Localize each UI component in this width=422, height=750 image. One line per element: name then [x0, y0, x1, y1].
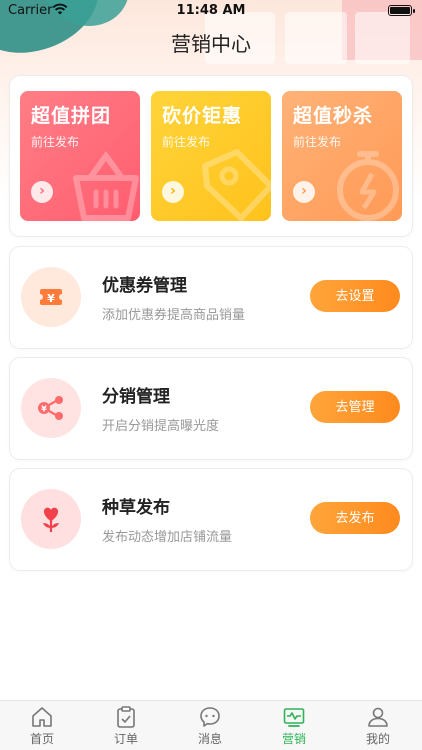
feature-title: 分销管理	[102, 387, 170, 407]
distribution-manage-button[interactable]: 去管理	[310, 391, 400, 423]
tab-label: 首页	[29, 732, 54, 746]
feature-title: 种草发布	[102, 498, 170, 518]
coupon-icon: ¥	[21, 267, 81, 327]
svg-text:¥: ¥	[47, 292, 55, 305]
profile-icon	[368, 707, 388, 727]
promo-card-group-buy[interactable]: 超值拼团 前往发布 ›	[20, 91, 140, 221]
marketing-icon	[283, 708, 305, 727]
tab-messages[interactable]: 消息	[168, 701, 252, 750]
page-title: 营销中心	[171, 32, 251, 56]
feature-description: 发布动态增加店铺流量	[102, 530, 233, 545]
order-icon	[117, 706, 135, 728]
tab-orders[interactable]: 订单	[84, 701, 168, 750]
share-icon: ¥	[21, 378, 81, 438]
seeding-post-row: 种草发布 发布动态增加店铺流量 去发布	[10, 469, 412, 570]
status-time: 11:48 AM	[176, 3, 246, 18]
basket-icon	[73, 150, 139, 221]
tab-label: 消息	[197, 732, 222, 746]
flower-icon	[21, 489, 81, 549]
chevron-right-icon[interactable]: ›	[162, 181, 184, 203]
chevron-right-icon[interactable]: ›	[293, 181, 315, 203]
distribution-management-row: ¥ 分销管理 开启分销提高曝光度 去管理	[10, 358, 412, 459]
tab-label: 我的	[365, 732, 390, 746]
chevron-right-icon[interactable]: ›	[31, 181, 53, 203]
price-tag-icon	[202, 149, 271, 221]
tab-marketing[interactable]: 营销	[252, 701, 336, 750]
battery-icon	[388, 5, 415, 16]
message-icon	[200, 707, 220, 727]
promo-card-flash-sale[interactable]: 超值秒杀 前往发布 ›	[282, 91, 402, 221]
tab-label: 营销	[281, 732, 306, 746]
promo-title: 砍价钜惠	[162, 105, 243, 127]
tab-profile[interactable]: 我的	[336, 701, 420, 750]
tab-bar: 首页 订单 消息 营销 我的	[0, 700, 422, 750]
feature-description: 开启分销提高曝光度	[102, 419, 220, 434]
feature-title: 优惠券管理	[102, 276, 187, 296]
seeding-publish-button[interactable]: 去发布	[310, 502, 400, 534]
promo-card-bargain[interactable]: 砍价钜惠 前往发布 ›	[151, 91, 271, 221]
tab-label: 订单	[113, 732, 138, 746]
tab-home[interactable]: 首页	[0, 701, 84, 750]
coupon-settings-button[interactable]: 去设置	[310, 280, 400, 312]
coupon-management-row: ¥ 优惠券管理 添加优惠券提高商品销量 去设置	[10, 247, 412, 348]
svg-text:¥: ¥	[41, 405, 47, 414]
home-icon	[32, 707, 52, 727]
promo-title: 超值秒杀	[293, 105, 374, 127]
promo-panel: 超值拼团 前往发布 › 砍价钜惠 前往发布 › 超值秒杀 前往发布 ›	[10, 76, 412, 236]
promo-title: 超值拼团	[31, 105, 112, 127]
stopwatch-icon	[337, 151, 399, 221]
feature-description: 添加优惠券提高商品销量	[102, 308, 246, 323]
status-bar: Carrier 11:48 AM	[0, 0, 422, 22]
